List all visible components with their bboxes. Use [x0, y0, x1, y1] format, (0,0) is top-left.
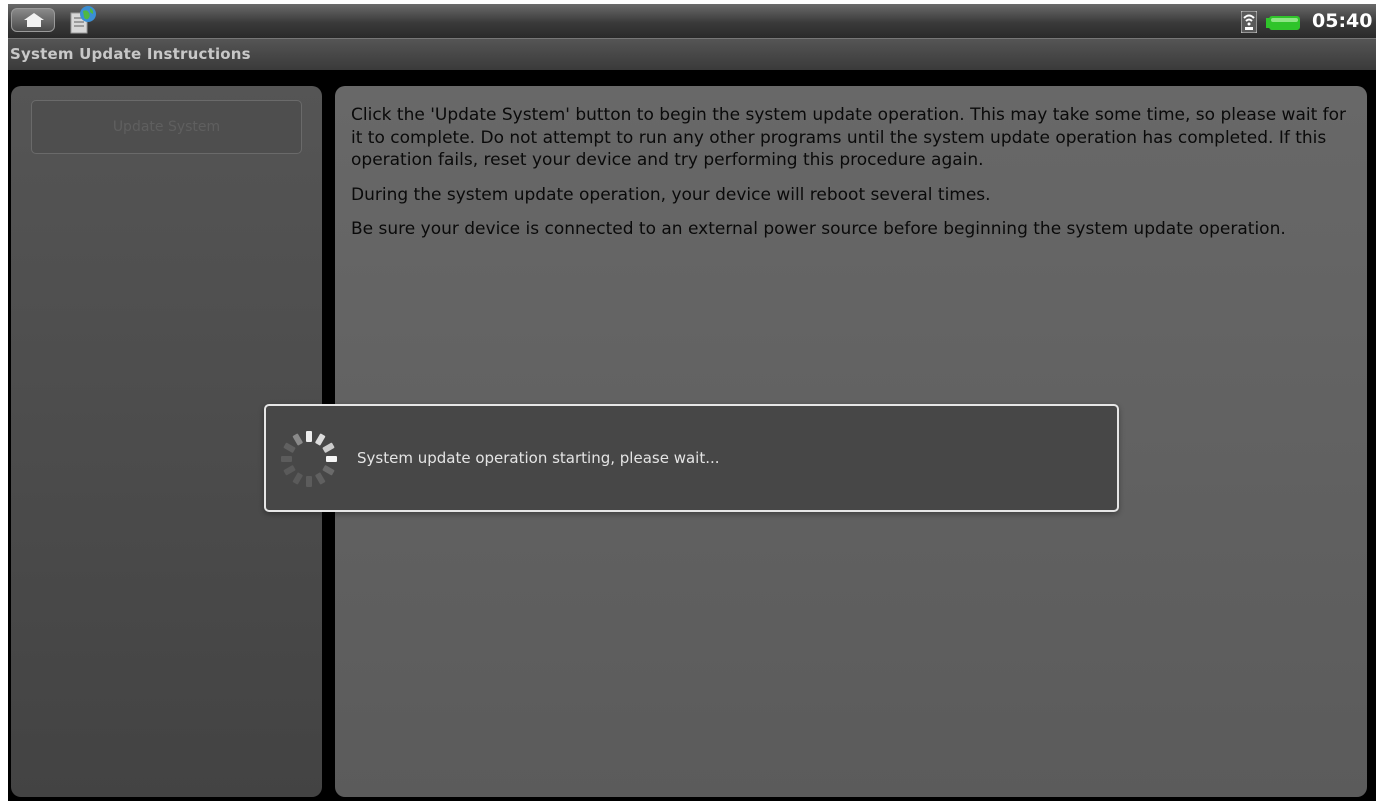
device-screen: 05:40 System Update Instructions Update … — [8, 4, 1376, 801]
update-system-button[interactable]: Update System — [31, 100, 302, 154]
progress-dialog: System update operation starting, please… — [264, 404, 1119, 512]
instruction-paragraph: During the system update operation, your… — [351, 184, 991, 205]
home-button[interactable] — [11, 8, 55, 32]
status-bar: 05:40 — [8, 4, 1376, 38]
app-globe-icon — [70, 6, 96, 34]
instruction-paragraph: Click the 'Update System' button to begi… — [351, 105, 1347, 170]
instruction-paragraph: Be sure your device is connected to an e… — [351, 219, 1286, 239]
window-title: System Update Instructions — [10, 45, 251, 63]
dialog-message: System update operation starting, please… — [357, 449, 720, 467]
loading-spinner-icon — [281, 431, 337, 487]
status-clock: 05:40 — [1312, 10, 1373, 32]
battery-icon — [1266, 16, 1300, 30]
instructions-text: Click the 'Update System' button to begi… — [351, 104, 1351, 253]
home-icon — [24, 13, 44, 27]
signal-icon — [1241, 11, 1257, 33]
title-bar: System Update Instructions — [8, 38, 1376, 70]
